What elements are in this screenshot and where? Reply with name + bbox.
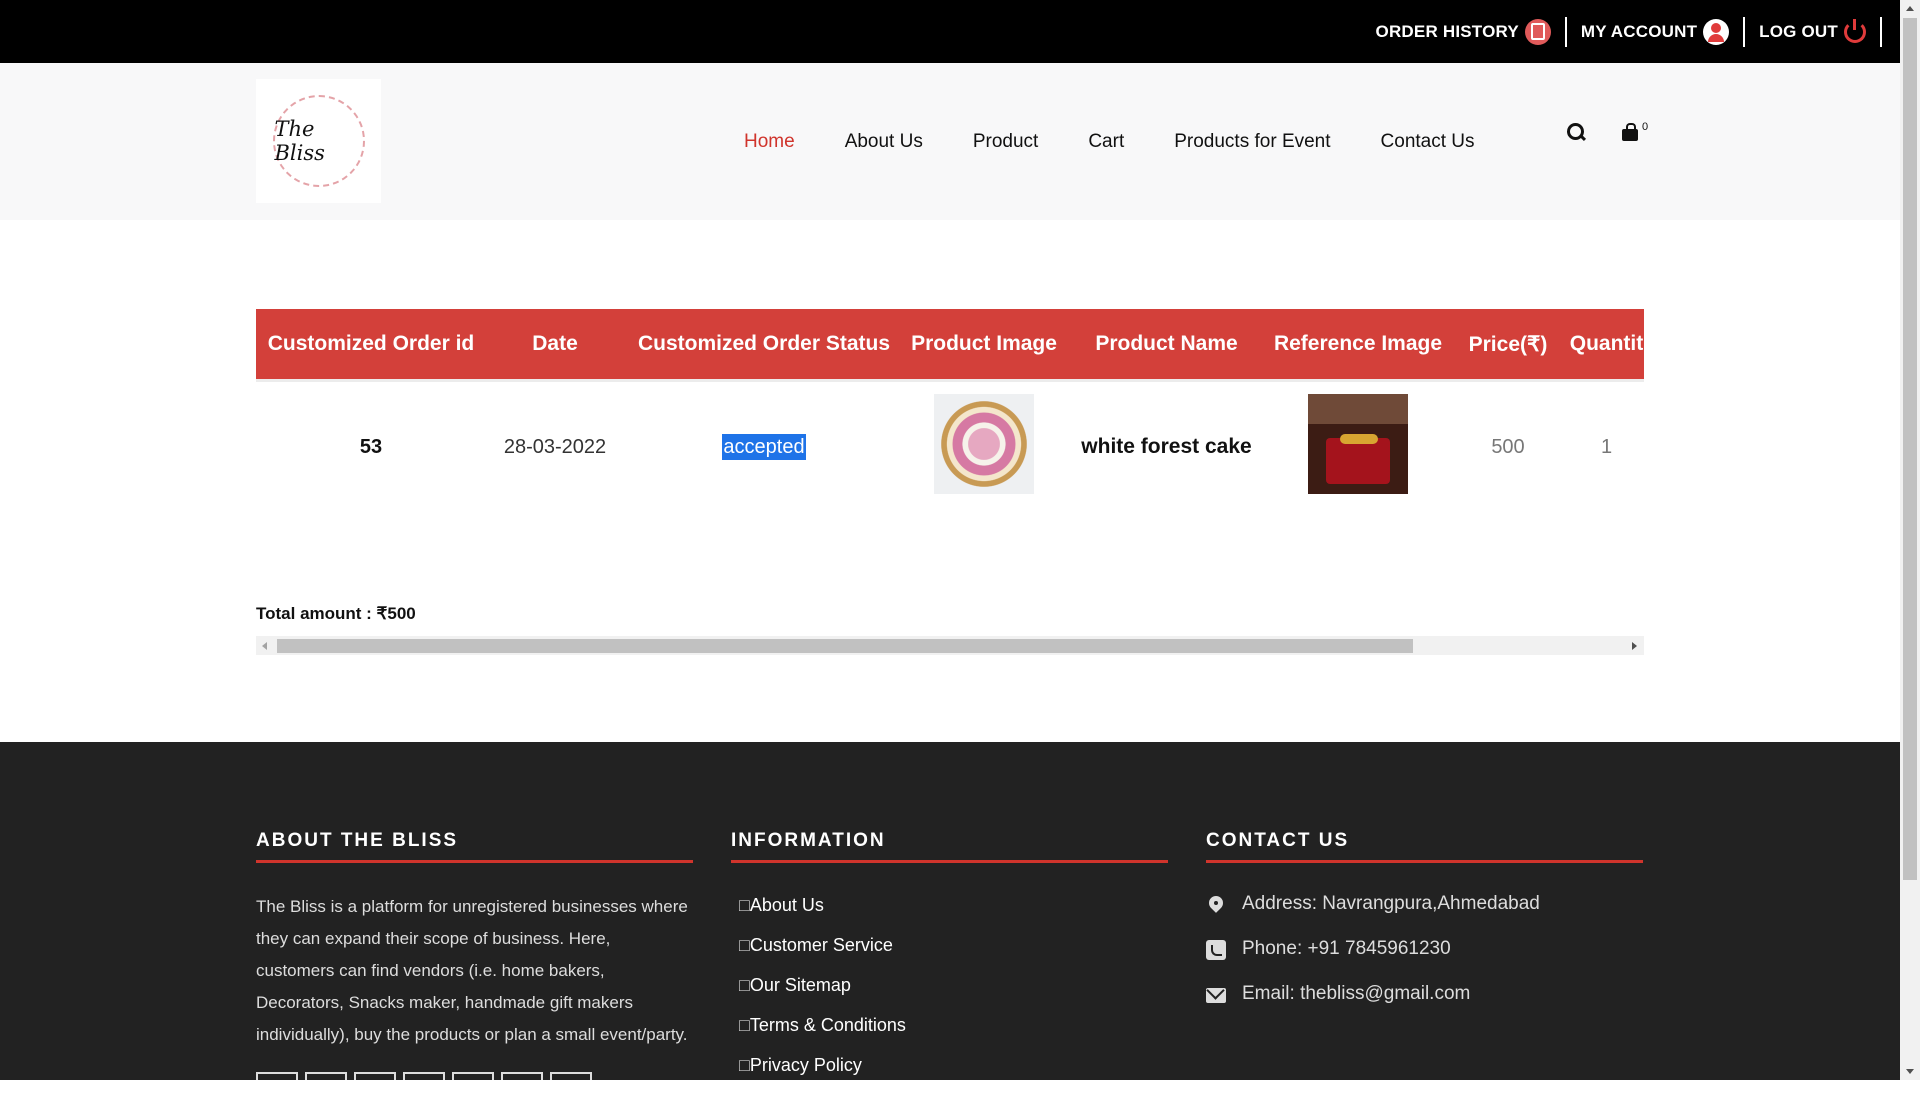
- social-icon[interactable]: [501, 1072, 543, 1080]
- date-cell: 28-03-2022: [503, 435, 607, 458]
- site-header: The Bliss Home About Us Product Cart Pro…: [0, 63, 1900, 220]
- footer-contact-title: CONTACT US: [1206, 830, 1643, 863]
- col-order-id: Customized Order id: [267, 332, 475, 355]
- scroll-down-icon[interactable]: [1906, 1069, 1914, 1074]
- logo[interactable]: The Bliss: [256, 79, 381, 203]
- nav-contact-us[interactable]: Contact Us: [1381, 131, 1475, 153]
- cart-count-badge: 0: [1642, 121, 1649, 133]
- contact-email: Email: thebliss@gmail.com: [1206, 983, 1643, 1028]
- contact-phone-text[interactable]: Phone: +91 7845961230: [1242, 938, 1451, 960]
- footer-information-title: INFORMATION: [731, 830, 1168, 863]
- logo-wreath: The Bliss: [272, 95, 365, 187]
- nav-home[interactable]: Home: [744, 131, 795, 153]
- order-history-link[interactable]: ORDER HISTORY: [1362, 16, 1567, 47]
- social-icon[interactable]: [354, 1072, 396, 1080]
- reference-image[interactable]: [1308, 394, 1408, 494]
- reference-image-cell: [1269, 394, 1447, 500]
- scroll-left-icon[interactable]: [262, 642, 267, 650]
- order-id-cell: 53: [359, 435, 383, 458]
- nav-product[interactable]: Product: [973, 131, 1038, 153]
- footer-about-text: The Bliss is a platform for unregistered…: [256, 897, 688, 1044]
- social-icon[interactable]: [256, 1072, 298, 1080]
- table-row: 53 28-03-2022 accepted white forest cake…: [256, 382, 1644, 512]
- social-icons-row: [256, 1072, 592, 1080]
- log-out-label: LOG OUT: [1759, 21, 1838, 41]
- user-icon: [1703, 18, 1730, 45]
- price-cell: 500: [1491, 435, 1525, 458]
- footer-link-customer-service[interactable]: Customer Service: [739, 935, 1168, 975]
- status-text[interactable]: accepted: [722, 433, 806, 460]
- order-history-label: ORDER HISTORY: [1375, 21, 1519, 41]
- envelope-icon: [1206, 988, 1226, 1003]
- quantity-cell: 1: [1600, 435, 1613, 458]
- vertical-scrollbar[interactable]: [1900, 0, 1920, 1080]
- social-icon[interactable]: [403, 1072, 445, 1080]
- footer-contact: CONTACT US Address: Navrangpura,Ahmedaba…: [1206, 830, 1643, 1028]
- contact-list: Address: Navrangpura,Ahmedabad Phone: +9…: [1206, 893, 1643, 1028]
- logo-text: The Bliss: [274, 117, 325, 165]
- product-image[interactable]: [934, 394, 1034, 494]
- my-account-link[interactable]: MY ACCOUNT: [1567, 16, 1746, 47]
- social-icon[interactable]: [550, 1072, 592, 1080]
- nav-about-us[interactable]: About Us: [845, 131, 923, 153]
- horizontal-scroll-thumb[interactable]: [277, 639, 1413, 653]
- total-amount: Total amount : ₹500: [256, 604, 416, 623]
- col-date: Date: [532, 332, 578, 355]
- contact-email-text[interactable]: Email: thebliss@gmail.com: [1242, 983, 1470, 1005]
- col-product-image: Product Image: [911, 332, 1057, 355]
- contact-address: Address: Navrangpura,Ahmedabad: [1206, 893, 1643, 938]
- product-image-cell: [904, 394, 1064, 500]
- social-icon[interactable]: [305, 1072, 347, 1080]
- social-icon[interactable]: [452, 1072, 494, 1080]
- footer-link-about-us[interactable]: About Us: [739, 895, 1168, 935]
- col-reference-image: Reference Image: [1273, 332, 1443, 355]
- footer-about-title: ABOUT THE BLISS: [256, 830, 693, 863]
- top-links: ORDER HISTORY MY ACCOUNT LOG OUT: [1362, 0, 1900, 63]
- shopping-bag-icon[interactable]: [1621, 123, 1639, 141]
- horizontal-scrollbar[interactable]: [256, 636, 1644, 655]
- nav-products-for-event[interactable]: Products for Event: [1174, 131, 1330, 153]
- col-price: Price(₹): [1468, 332, 1548, 356]
- vertical-scroll-thumb[interactable]: [1903, 18, 1917, 880]
- col-quantity: Quantit: [1569, 332, 1644, 355]
- footer-links: About Us Customer Service Our Sitemap Te…: [731, 895, 1168, 1095]
- search-icon[interactable]: [1567, 123, 1585, 141]
- footer-link-our-sitemap[interactable]: Our Sitemap: [739, 975, 1168, 1015]
- table-header: Customized Order id Date Customized Orde…: [256, 309, 1644, 382]
- log-out-link[interactable]: LOG OUT: [1745, 16, 1882, 47]
- location-pin-icon: [1206, 895, 1226, 915]
- product-name-cell: white forest cake: [1081, 435, 1252, 458]
- col-status: Customized Order Status: [637, 332, 891, 355]
- scroll-right-icon[interactable]: [1632, 642, 1637, 650]
- power-icon: [1844, 18, 1866, 43]
- main-nav: Home About Us Product Cart Products for …: [744, 63, 1525, 220]
- contact-address-text: Address: Navrangpura,Ahmedabad: [1242, 893, 1540, 914]
- footer-information: INFORMATION About Us Customer Service Ou…: [731, 830, 1168, 1095]
- col-product-name: Product Name: [1095, 332, 1238, 355]
- footer-link-terms[interactable]: Terms & Conditions: [739, 1015, 1168, 1055]
- footer-about: ABOUT THE BLISS The Bliss is a platform …: [256, 830, 693, 1051]
- my-account-label: MY ACCOUNT: [1580, 21, 1698, 41]
- top-bar: ORDER HISTORY MY ACCOUNT LOG OUT: [0, 0, 1900, 63]
- contact-phone: Phone: +91 7845961230: [1206, 938, 1643, 983]
- footer-link-privacy-policy[interactable]: Privacy Policy: [739, 1055, 1168, 1095]
- nav-cart[interactable]: Cart: [1088, 131, 1124, 153]
- header-icons: [1567, 123, 1639, 141]
- order-history-icon: [1524, 18, 1551, 45]
- status-cell: accepted: [624, 433, 904, 460]
- site-footer: ABOUT THE BLISS The Bliss is a platform …: [0, 742, 1900, 1080]
- phone-icon: [1206, 940, 1226, 960]
- customized-orders-table: Customized Order id Date Customized Orde…: [256, 309, 1644, 512]
- scroll-up-icon[interactable]: [1906, 6, 1914, 11]
